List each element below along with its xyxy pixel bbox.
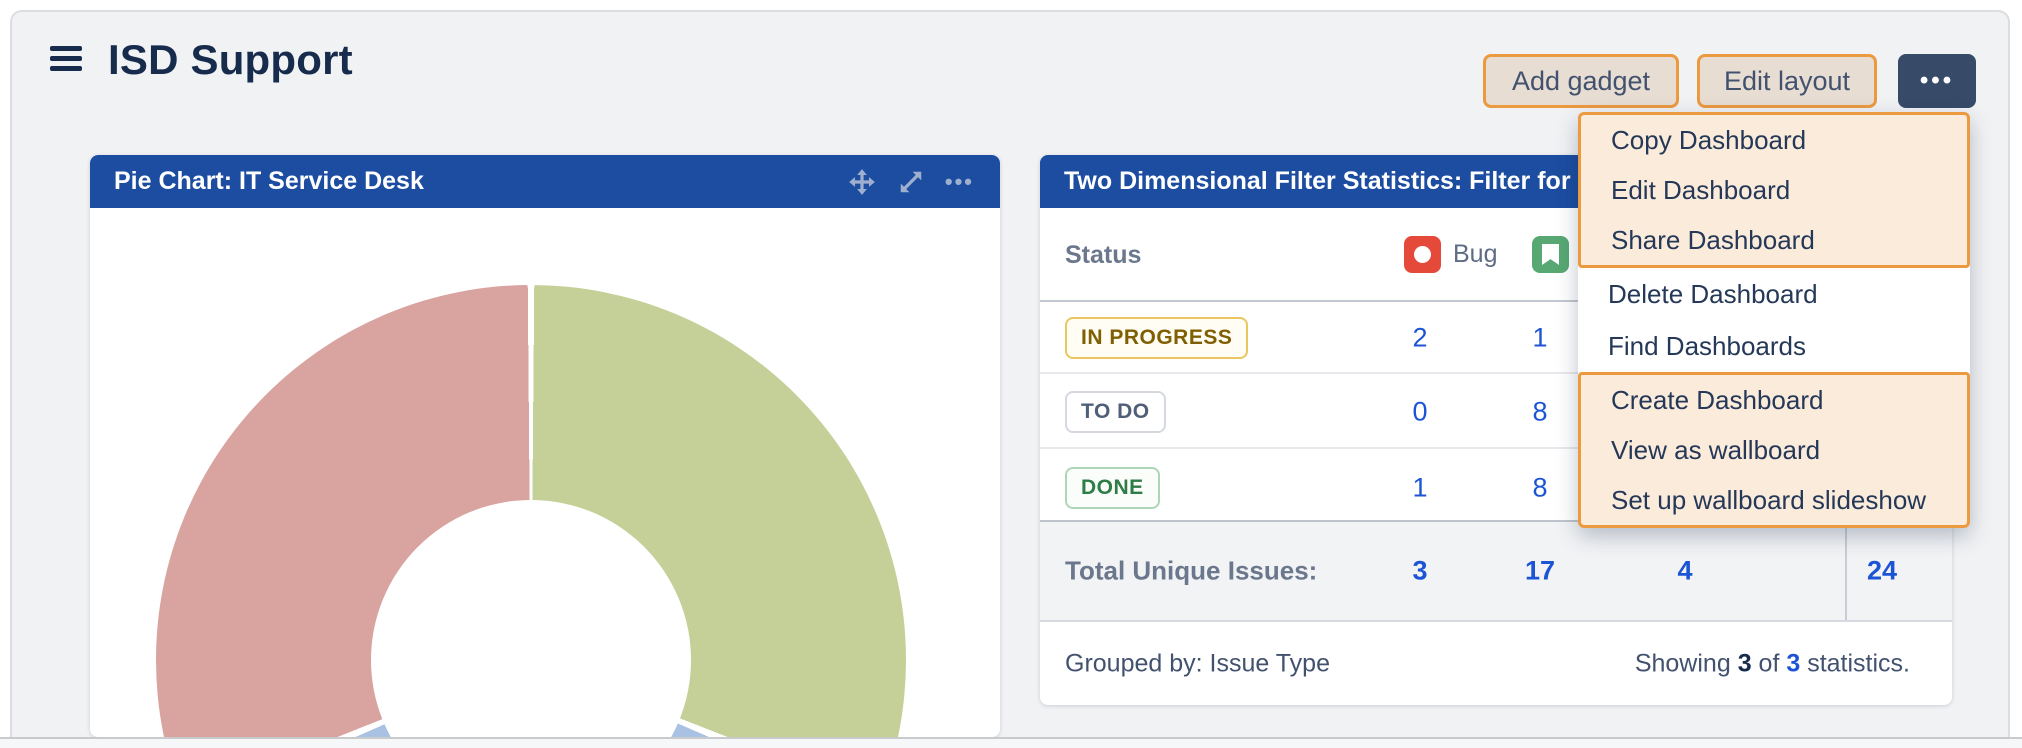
- cell-link[interactable]: 8: [1490, 396, 1590, 427]
- bug-column-header[interactable]: Bug: [1404, 236, 1497, 273]
- menu-item-delete-dashboard[interactable]: Delete Dashboard: [1578, 268, 1970, 320]
- pie-gadget-header: Pie Chart: IT Service Desk •••: [90, 155, 1000, 208]
- bug-column-label: Bug: [1453, 240, 1497, 269]
- bug-icon: [1404, 236, 1441, 273]
- cell-link[interactable]: 1: [1490, 323, 1590, 354]
- menu-highlight-group-2: Create Dashboard View as wallboard Set u…: [1578, 372, 1970, 528]
- showing-of: of: [1752, 649, 1787, 677]
- grouped-by-text: Grouped by: Issue Type: [1065, 649, 1330, 678]
- cell-link[interactable]: 0: [1370, 396, 1470, 427]
- add-gadget-label: Add gadget: [1512, 66, 1650, 97]
- showing-count: 3: [1738, 649, 1752, 677]
- menu-item-edit-dashboard[interactable]: Edit Dashboard: [1581, 165, 1967, 215]
- total-row-label: Total Unique Issues:: [1065, 556, 1317, 587]
- showing-suffix: statistics.: [1800, 649, 1910, 677]
- status-badge-to-do: TO DO: [1065, 391, 1166, 433]
- showing-statistics-text: Showing 3 of 3 statistics.: [1635, 649, 1910, 678]
- status-badge-done: DONE: [1065, 467, 1160, 509]
- page-title: ISD Support: [108, 36, 353, 84]
- showing-total-link[interactable]: 3: [1786, 649, 1800, 677]
- hamburger-menu-icon[interactable]: [50, 46, 82, 74]
- status-badge-in-progress: IN PROGRESS: [1065, 317, 1248, 359]
- pie-chart-gadget: Pie Chart: IT Service Desk •••: [90, 155, 1000, 737]
- menu-item-setup-wallboard-slideshow[interactable]: Set up wallboard slideshow: [1581, 475, 1967, 525]
- total-link[interactable]: 17: [1490, 556, 1590, 587]
- gadget-more-icon[interactable]: •••: [945, 169, 974, 195]
- ellipsis-icon: •••: [1920, 67, 1954, 95]
- cell-link[interactable]: 2: [1370, 323, 1470, 354]
- menu-item-view-as-wallboard[interactable]: View as wallboard: [1581, 425, 1967, 475]
- total-link[interactable]: 4: [1635, 556, 1735, 587]
- menu-highlight-group-1: Copy Dashboard Edit Dashboard Share Dash…: [1578, 112, 1970, 268]
- edit-layout-button[interactable]: Edit layout: [1697, 54, 1877, 108]
- expand-gadget-icon[interactable]: [897, 168, 925, 196]
- menu-item-find-dashboards[interactable]: Find Dashboards: [1578, 320, 1970, 372]
- menu-plain-group: Delete Dashboard Find Dashboards: [1578, 268, 1970, 372]
- dashboard-more-dropdown: Copy Dashboard Edit Dashboard Share Dash…: [1578, 112, 1970, 528]
- total-column-divider: [1845, 522, 1847, 620]
- menu-item-copy-dashboard[interactable]: Copy Dashboard: [1581, 115, 1967, 165]
- menu-item-create-dashboard[interactable]: Create Dashboard: [1581, 375, 1967, 425]
- stats-gadget-title: Two Dimensional Filter Statistics: Filte…: [1064, 167, 1584, 196]
- pie-gadget-title: Pie Chart: IT Service Desk: [114, 167, 424, 196]
- add-gadget-button[interactable]: Add gadget: [1483, 54, 1679, 108]
- stats-gadget-footer: Grouped by: Issue Type Showing 3 of 3 st…: [1040, 622, 1952, 705]
- edit-layout-label: Edit layout: [1724, 66, 1850, 97]
- showing-prefix: Showing: [1635, 649, 1738, 677]
- cell-link[interactable]: 8: [1490, 472, 1590, 503]
- menu-item-share-dashboard[interactable]: Share Dashboard: [1581, 215, 1967, 265]
- story-icon: [1532, 236, 1569, 273]
- cell-link[interactable]: 1: [1370, 472, 1470, 503]
- total-link[interactable]: 3: [1370, 556, 1470, 587]
- grand-total-link[interactable]: 24: [1852, 556, 1912, 587]
- dashboard-more-button[interactable]: •••: [1898, 54, 1976, 108]
- move-gadget-icon[interactable]: [847, 167, 877, 197]
- viewport-bottom-strip: [0, 737, 2022, 748]
- jira-dashboard-page: ISD Support Add gadget Edit layout ••• P…: [0, 0, 2022, 748]
- status-column-header: Status: [1065, 241, 1141, 270]
- total-row: Total Unique Issues: 3 17 4 24: [1040, 520, 1952, 622]
